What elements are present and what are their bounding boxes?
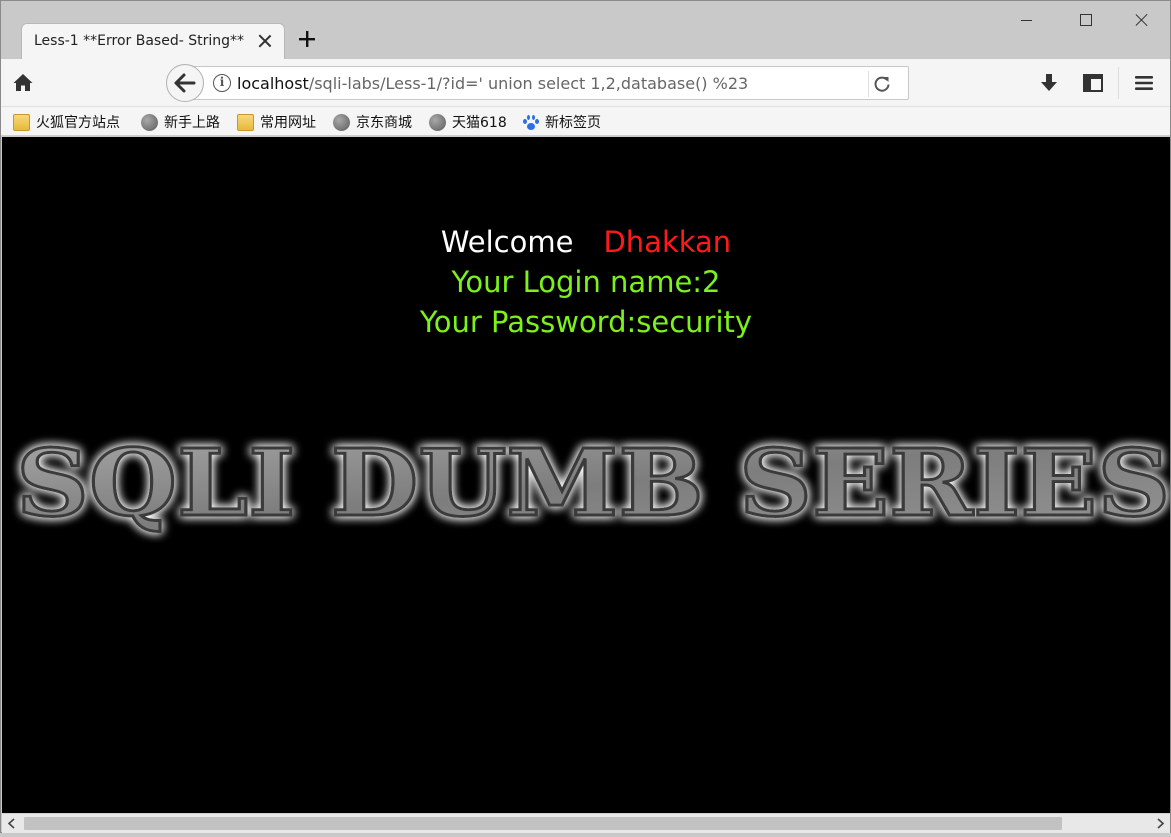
globe-icon: [333, 113, 350, 131]
reload-button[interactable]: [868, 71, 894, 97]
hamburger-menu-icon: [1135, 76, 1153, 90]
password-text: Your Password:security: [419, 305, 753, 339]
globe-icon: [429, 113, 446, 131]
bookmark-label: 京东商城: [356, 115, 412, 131]
bookmark-item[interactable]: 常用网址: [237, 111, 316, 133]
reload-icon: [874, 76, 890, 92]
bookmark-item[interactable]: 火狐官方站点: [13, 111, 120, 133]
browser-window: Less-1 **Error Based- String** i localho…: [0, 0, 1171, 833]
bookmark-item[interactable]: 天猫618: [429, 111, 507, 133]
sidebar-button[interactable]: [1081, 71, 1105, 95]
scroll-left-button[interactable]: [2, 814, 22, 833]
page-content: Welcome Dhakkan Your Login name:2 Your Pa…: [2, 137, 1170, 813]
back-arrow-icon: [174, 73, 196, 93]
bookmarks-toolbar: 火狐官方站点 新手上路 常用网址 京东商城 天猫618 新标签页: [1, 107, 1170, 136]
banner-text: SQLI DUMB SERIES-: [16, 429, 1170, 537]
new-tab-button[interactable]: [295, 27, 319, 51]
maximize-button[interactable]: [1073, 9, 1099, 33]
menu-button[interactable]: [1132, 71, 1156, 95]
tab-active[interactable]: Less-1 **Error Based- String**: [21, 23, 285, 59]
downloads-button[interactable]: [1037, 71, 1061, 95]
welcome-label: Welcome: [440, 225, 574, 259]
sidebar-icon: [1083, 74, 1103, 92]
bookmark-item[interactable]: 新标签页: [522, 111, 601, 133]
info-icon[interactable]: i: [213, 74, 231, 92]
bookmark-label: 天猫618: [452, 115, 507, 131]
baidu-paw-icon: [522, 114, 539, 131]
sqli-dumb-series-banner: SQLI DUMB SERIES-: [15, 428, 1171, 539]
bookmark-label: 新标签页: [545, 115, 601, 131]
globe-icon: [141, 113, 158, 131]
tab-bar: Less-1 **Error Based- String**: [1, 1, 1170, 59]
tab-title: Less-1 **Error Based- String**: [34, 33, 244, 49]
login-name-text: Your Login name:2: [451, 265, 721, 299]
plus-icon: [299, 31, 315, 47]
navigation-toolbar: i localhost/sqli-labs/Less-1/?id=' union…: [1, 59, 1170, 107]
welcome-name: Dhakkan: [603, 225, 732, 259]
bookmark-label: 火狐官方站点: [36, 115, 120, 131]
folder-icon: [13, 113, 30, 131]
url-text[interactable]: localhost/sqli-labs/Less-1/?id=' union s…: [237, 74, 748, 93]
home-icon: [13, 74, 33, 91]
horizontal-scrollbar[interactable]: [2, 813, 1170, 833]
toolbar-separator: [1118, 67, 1119, 99]
scroll-right-button[interactable]: [1150, 814, 1170, 833]
close-window-button[interactable]: [1129, 9, 1155, 33]
bookmark-label: 新手上路: [164, 115, 220, 131]
url-host: localhost: [237, 74, 309, 93]
folder-icon: [237, 113, 254, 131]
close-tab-icon[interactable]: [256, 32, 274, 50]
chevron-left-icon: [7, 818, 15, 829]
download-icon: [1041, 74, 1057, 91]
bookmark-item[interactable]: 京东商城: [333, 111, 412, 133]
bookmark-item[interactable]: 新手上路: [141, 111, 220, 133]
chevron-right-icon: [1157, 818, 1165, 829]
bookmark-label: 常用网址: [260, 115, 316, 131]
back-button[interactable]: [166, 64, 204, 102]
url-bar[interactable]: i localhost/sqli-labs/Less-1/?id=' union…: [187, 66, 909, 100]
scrollbar-thumb[interactable]: [24, 817, 1062, 830]
home-button[interactable]: [11, 71, 35, 95]
welcome-line: Welcome Dhakkan: [2, 225, 1170, 259]
url-path: /sqli-labs/Less-1/?id=' union select 1,2…: [308, 74, 749, 93]
minimize-button[interactable]: [1014, 9, 1040, 33]
